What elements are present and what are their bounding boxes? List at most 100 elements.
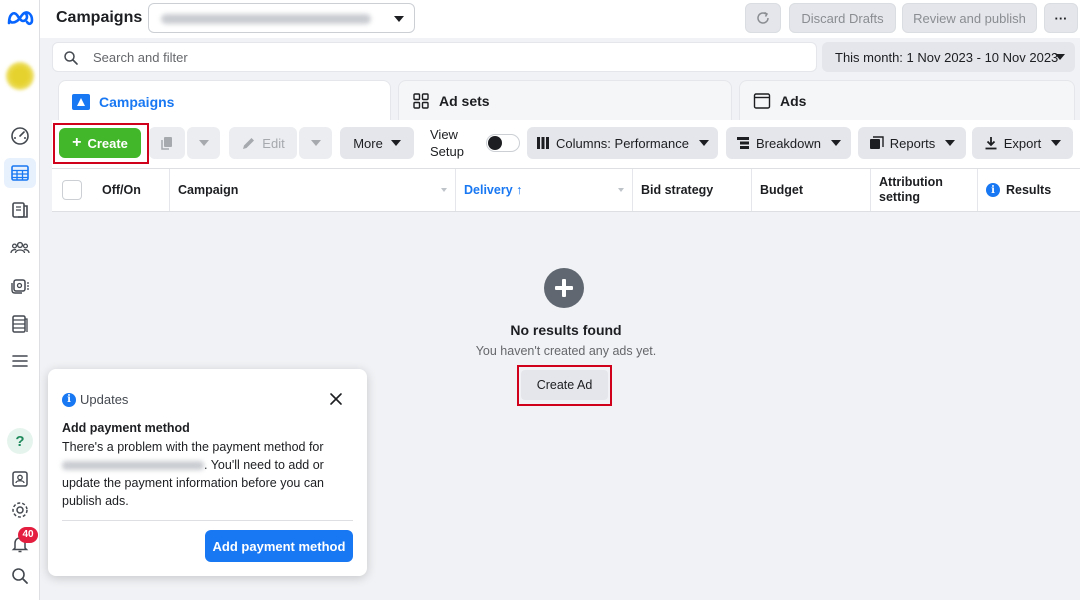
pages-icon[interactable] — [8, 198, 32, 222]
empty-state-title: No results found — [510, 322, 622, 338]
tab-label: Campaigns — [99, 93, 175, 110]
page-title: Campaigns — [56, 9, 143, 26]
chevron-down-icon — [1055, 54, 1065, 60]
more-label: More — [353, 135, 383, 151]
updates-header-label: Updates — [80, 392, 129, 407]
menu-icon[interactable] — [8, 349, 32, 373]
reports-icon — [869, 136, 884, 149]
settings-gear-icon[interactable] — [8, 498, 32, 522]
chevron-down-icon — [310, 140, 321, 146]
column-header-budget[interactable]: Budget — [752, 169, 871, 211]
info-icon: i — [62, 392, 76, 407]
more-button[interactable]: More — [340, 127, 414, 159]
column-label: Attribution setting — [879, 175, 943, 204]
column-header-campaign[interactable]: Campaign — [170, 169, 456, 211]
account-avatar[interactable] — [6, 62, 34, 90]
select-all-checkbox[interactable] — [62, 180, 82, 200]
refresh-button[interactable] — [745, 3, 781, 33]
toggle-knob — [488, 136, 502, 150]
column-label: Results — [1006, 183, 1052, 197]
column-header-off-on[interactable]: Off/On — [94, 169, 170, 211]
view-setup-label: View Setup — [430, 126, 464, 160]
ads-window-icon — [752, 91, 772, 111]
account-name-redacted — [161, 14, 371, 24]
export-label: Export — [1003, 135, 1042, 151]
divider — [62, 520, 353, 521]
dashboard-gauge-icon[interactable] — [8, 124, 32, 148]
updates-header: i Updates — [62, 392, 128, 407]
column-label: Off/On — [102, 183, 141, 197]
tab-campaigns[interactable]: Campaigns — [58, 80, 391, 122]
chevron-down-icon — [390, 140, 401, 146]
view-setup-line1: View — [430, 127, 458, 142]
account-name-redacted — [62, 461, 204, 471]
left-rail: ? 40 — [0, 0, 40, 600]
duplicate-icon — [161, 137, 172, 150]
meta-logo-icon[interactable] — [5, 6, 35, 30]
chevron-down-icon — [831, 140, 842, 146]
chevron-down-icon — [698, 140, 709, 146]
column-header-bid-strategy[interactable]: Bid strategy — [633, 169, 752, 211]
table-header: Off/On Campaign Delivery ↑ Bid strategy … — [52, 168, 1080, 212]
chevron-down-icon — [394, 16, 404, 22]
tab-ad-sets[interactable]: Ad sets — [398, 80, 732, 120]
date-range-label: This month: 1 Nov 2023 - 10 Nov 2023 — [835, 49, 1059, 65]
reports-label: Reports — [889, 135, 936, 151]
discard-drafts-button[interactable]: Discard Drafts — [789, 3, 896, 33]
column-label: Delivery ↑ — [464, 183, 523, 197]
view-setup-toggle[interactable] — [486, 134, 520, 152]
pencil-icon — [243, 137, 255, 149]
billing-stack-icon[interactable] — [8, 312, 32, 336]
highlight-box — [53, 123, 149, 164]
campaigns-table-icon[interactable] — [4, 158, 36, 188]
date-range-button[interactable]: This month: 1 Nov 2023 - 10 Nov 2023 — [822, 42, 1075, 72]
refresh-icon — [757, 11, 769, 24]
review-publish-button[interactable]: Review and publish — [902, 3, 1037, 33]
breakdown-icon — [736, 137, 749, 149]
search-icon[interactable] — [8, 564, 32, 588]
account-card-icon[interactable] — [8, 467, 32, 491]
select-all-cell — [52, 169, 94, 211]
breakdown-label: Breakdown — [755, 135, 822, 151]
chevron-down-icon — [945, 140, 956, 146]
column-label: Campaign — [178, 183, 239, 197]
tab-label: Ad sets — [439, 92, 490, 109]
columns-label: Columns: Performance — [556, 135, 689, 151]
notification-badge: 40 — [18, 527, 38, 543]
ad-library-icon[interactable] — [8, 273, 32, 297]
columns-icon — [537, 137, 550, 149]
add-circle-icon — [544, 268, 584, 308]
tab-ads[interactable]: Ads — [739, 80, 1075, 120]
campaigns-flag-icon — [71, 92, 91, 112]
edit-label: Edit — [262, 135, 285, 151]
audiences-icon[interactable] — [8, 236, 32, 260]
help-icon[interactable]: ? — [7, 428, 33, 454]
duplicate-button[interactable] — [149, 127, 185, 159]
ad-account-select[interactable] — [148, 3, 415, 33]
edit-button[interactable]: Edit — [229, 127, 297, 159]
close-icon[interactable] — [328, 391, 344, 407]
column-header-attribution[interactable]: Attribution setting — [871, 169, 978, 211]
add-payment-method-button[interactable]: Add payment method — [205, 530, 353, 562]
breakdown-button[interactable]: Breakdown — [726, 127, 851, 159]
sort-caret-icon — [441, 188, 447, 192]
export-button[interactable]: Export — [972, 127, 1073, 159]
toolbar: + Create Edit More View Setup Columns: P… — [52, 120, 1080, 168]
column-header-results[interactable]: i Results — [978, 169, 1080, 211]
reports-button[interactable]: Reports — [858, 127, 966, 159]
updates-body-part1: There's a problem with the payment metho… — [62, 440, 324, 454]
chevron-down-icon — [1051, 140, 1062, 146]
tab-label: Ads — [780, 92, 807, 109]
download-icon — [985, 137, 997, 150]
highlight-box — [517, 365, 612, 406]
view-setup-line2: Setup — [430, 144, 464, 159]
search-filter-bar[interactable]: Search and filter — [52, 42, 817, 72]
empty-state-subtitle: You haven't created any ads yet. — [475, 344, 657, 358]
edit-dropdown-button[interactable] — [299, 127, 332, 159]
columns-button[interactable]: Columns: Performance — [527, 127, 718, 159]
duplicate-dropdown-button[interactable] — [187, 127, 220, 159]
more-options-button[interactable]: ··· — [1044, 3, 1078, 33]
column-header-delivery[interactable]: Delivery ↑ — [456, 169, 633, 211]
search-placeholder: Search and filter — [93, 50, 188, 65]
updates-card: i Updates Add payment method There's a p… — [48, 369, 367, 576]
